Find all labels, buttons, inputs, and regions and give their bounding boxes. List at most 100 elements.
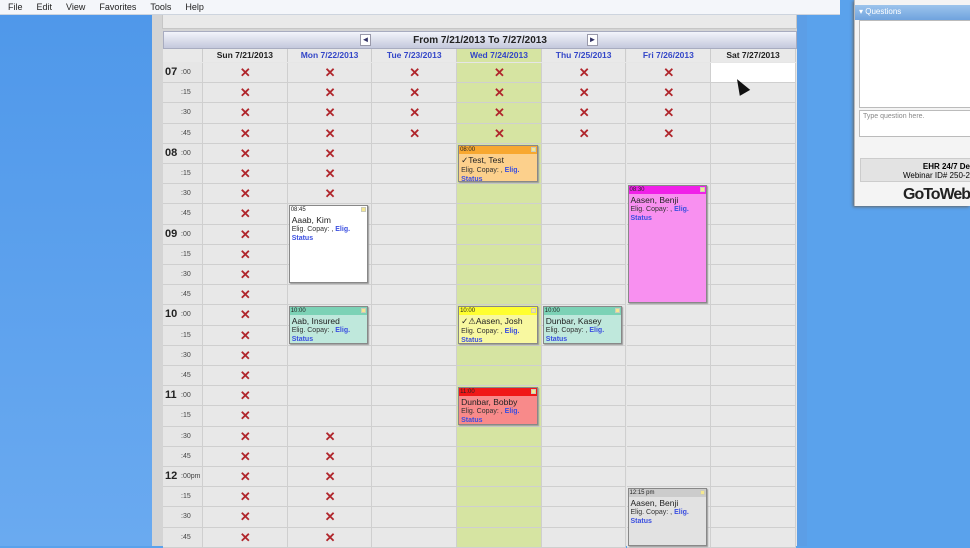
time-slot[interactable]	[541, 285, 627, 306]
time-slot[interactable]	[626, 143, 712, 164]
time-slot[interactable]	[711, 325, 796, 346]
status-link[interactable]: Status	[631, 518, 652, 525]
menu-favorites[interactable]: Favorites	[91, 0, 142, 14]
time-slot[interactable]	[372, 345, 458, 366]
time-slot[interactable]	[541, 143, 627, 164]
time-slot[interactable]	[541, 386, 627, 407]
status-link[interactable]: Status	[631, 215, 652, 222]
time-slot[interactable]	[372, 406, 458, 427]
note-icon[interactable]	[615, 308, 621, 314]
status-link[interactable]: Status	[461, 337, 482, 342]
appointment-card[interactable]: 11:00 Dunbar, Bobby Elig. Copay: , Elig.…	[458, 387, 538, 425]
time-slot[interactable]	[457, 467, 542, 488]
elig-link[interactable]: Elig.	[505, 408, 520, 415]
time-slot[interactable]	[287, 285, 373, 306]
time-slot[interactable]	[372, 164, 458, 185]
time-slot[interactable]	[372, 507, 458, 528]
time-slot[interactable]	[541, 345, 627, 366]
time-slot[interactable]	[626, 446, 712, 467]
elig-link[interactable]: Elig.	[505, 167, 520, 174]
time-slot[interactable]	[711, 345, 796, 366]
time-slot[interactable]	[541, 406, 627, 427]
time-slot[interactable]	[541, 164, 627, 185]
time-slot[interactable]	[372, 224, 458, 245]
appointment-card[interactable]: 08:30 Aasen, Benji Elig. Copay: , Elig. S…	[627, 185, 708, 304]
time-slot[interactable]	[372, 184, 458, 205]
status-link[interactable]: Status	[546, 336, 567, 342]
day-header[interactable]: Thu 7/25/2013	[541, 49, 627, 62]
time-slot[interactable]	[626, 164, 712, 185]
status-link[interactable]: Status	[461, 176, 482, 181]
time-slot[interactable]	[541, 366, 627, 387]
time-slot[interactable]	[287, 366, 373, 387]
questions-header[interactable]: ▾ Questions	[855, 5, 970, 20]
time-slot[interactable]	[541, 527, 627, 548]
time-slot[interactable]	[626, 406, 712, 427]
elig-link[interactable]: Elig.	[335, 327, 350, 334]
time-slot[interactable]	[457, 224, 542, 245]
appointment-card[interactable]: 12:15 pm Aasen, Benji Elig. Copay: , Eli…	[627, 488, 708, 546]
appointment-card[interactable]: 08:00 ✓Test, Test Elig. Copay: , Elig. St…	[458, 144, 538, 183]
time-slot[interactable]	[711, 406, 796, 427]
menu-file[interactable]: File	[0, 0, 29, 14]
time-slot[interactable]	[711, 366, 796, 387]
time-slot[interactable]	[457, 527, 542, 548]
elig-link[interactable]: Elig.	[505, 328, 520, 335]
time-slot[interactable]	[626, 386, 712, 407]
day-header[interactable]: Sat 7/27/2013	[711, 49, 796, 62]
menu-help[interactable]: Help	[177, 0, 210, 14]
time-slot[interactable]	[287, 386, 373, 407]
appointment-card[interactable]: 10:00 ✓⚠Aasen, Josh Elig. Copay: , Elig.…	[458, 306, 538, 344]
time-slot[interactable]	[711, 83, 796, 104]
time-slot[interactable]	[457, 366, 542, 387]
time-slot[interactable]	[372, 446, 458, 467]
time-slot[interactable]	[711, 244, 796, 265]
note-icon[interactable]	[700, 490, 706, 496]
time-slot[interactable]	[541, 467, 627, 488]
question-input[interactable]: Type question here.	[859, 110, 970, 137]
time-slot[interactable]	[711, 184, 796, 205]
time-slot[interactable]	[541, 204, 627, 225]
time-slot[interactable]	[541, 426, 627, 447]
time-slot[interactable]	[711, 63, 796, 84]
status-link[interactable]: Status	[292, 336, 313, 342]
elig-link[interactable]: Elig.	[589, 327, 604, 334]
time-slot[interactable]	[626, 426, 712, 447]
time-slot[interactable]	[372, 426, 458, 447]
time-slot[interactable]	[372, 467, 458, 488]
note-icon[interactable]	[361, 308, 367, 314]
elig-link[interactable]: Elig.	[674, 206, 689, 213]
time-slot[interactable]	[711, 446, 796, 467]
time-slot[interactable]	[457, 184, 542, 205]
time-slot[interactable]	[626, 366, 712, 387]
time-slot[interactable]	[711, 164, 796, 185]
time-slot[interactable]	[372, 204, 458, 225]
time-slot[interactable]	[457, 285, 542, 306]
time-slot[interactable]	[372, 265, 458, 286]
prev-week-button[interactable]: ◄	[360, 34, 371, 46]
time-slot[interactable]	[711, 103, 796, 124]
time-slot[interactable]	[711, 285, 796, 306]
day-header[interactable]: Wed 7/24/2013	[457, 49, 542, 62]
time-slot[interactable]	[711, 204, 796, 225]
day-header[interactable]: Fri 7/26/2013	[626, 49, 712, 62]
time-slot[interactable]	[711, 527, 796, 548]
time-slot[interactable]	[372, 305, 458, 326]
time-slot[interactable]	[372, 527, 458, 548]
day-header[interactable]: Sun 7/21/2013	[203, 49, 288, 62]
time-slot[interactable]	[626, 305, 712, 326]
time-slot[interactable]	[457, 487, 542, 508]
time-slot[interactable]	[541, 184, 627, 205]
time-slot[interactable]	[457, 265, 542, 286]
elig-link[interactable]: Elig.	[674, 509, 689, 516]
time-slot[interactable]	[711, 265, 796, 286]
time-slot[interactable]	[711, 507, 796, 528]
time-slot[interactable]	[372, 386, 458, 407]
menu-edit[interactable]: Edit	[29, 0, 59, 14]
time-slot[interactable]	[372, 487, 458, 508]
note-icon[interactable]	[530, 146, 536, 152]
time-slot[interactable]	[457, 345, 542, 366]
menu-view[interactable]: View	[58, 0, 91, 14]
time-slot[interactable]	[372, 143, 458, 164]
note-icon[interactable]	[530, 308, 536, 314]
